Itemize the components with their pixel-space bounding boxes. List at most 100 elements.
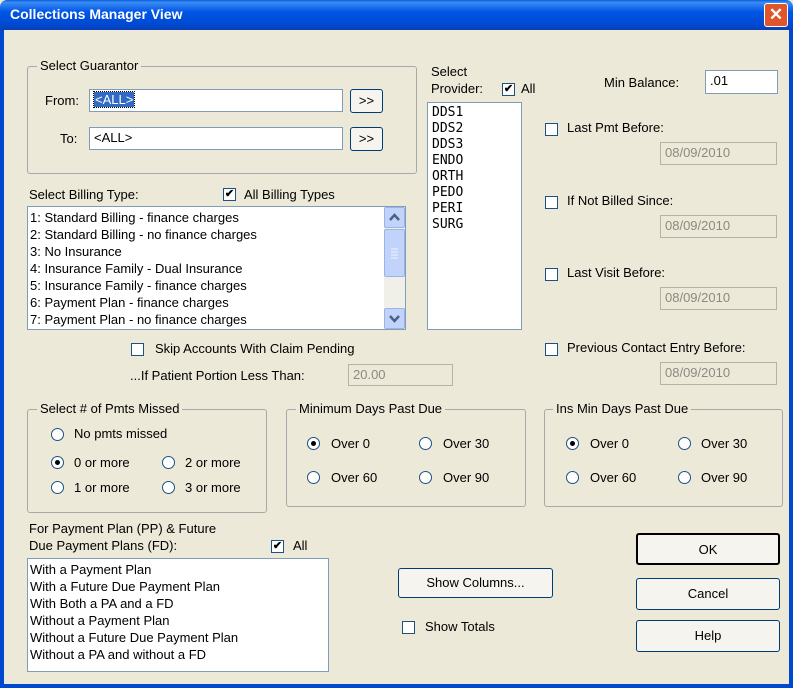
prev-contact-date-input[interactable]: 08/09/2010 xyxy=(660,362,777,385)
skip-claim-pending-checkbox[interactable] xyxy=(131,343,144,356)
show-columns-button[interactable]: Show Columns... xyxy=(398,568,553,598)
pmts-missed-2-radio[interactable] xyxy=(162,456,175,469)
skip-claim-pending-label: Skip Accounts With Claim Pending xyxy=(155,341,355,356)
cancel-button[interactable]: Cancel xyxy=(636,578,780,610)
all-billing-types-label: All Billing Types xyxy=(244,187,335,202)
prev-contact-label: Previous Contact Entry Before: xyxy=(567,340,746,355)
to-lookup-button[interactable]: >> xyxy=(350,127,383,151)
last-pmt-date-input[interactable]: 08/09/2010 xyxy=(660,142,777,165)
list-item[interactable]: 5: Insurance Family - finance charges xyxy=(28,277,405,294)
min-days-over30-label: Over 30 xyxy=(443,436,490,451)
not-billed-label: If Not Billed Since: xyxy=(567,193,674,208)
patient-portion-input[interactable]: 20.00 xyxy=(348,364,453,386)
pmts-missed-3-radio[interactable] xyxy=(162,481,175,494)
min-days-over90-radio[interactable] xyxy=(419,471,432,484)
lookup-icon: >> xyxy=(358,131,375,146)
scroll-thumb[interactable] xyxy=(384,229,405,277)
last-visit-date-input[interactable]: 08/09/2010 xyxy=(660,287,777,310)
ok-label: OK xyxy=(698,542,718,557)
pmts-missed-1-label: 1 or more xyxy=(74,480,130,495)
show-totals-checkbox[interactable] xyxy=(402,621,415,634)
not-billed-checkbox[interactable] xyxy=(545,196,558,209)
pmts-missed-3-label: 3 or more xyxy=(185,480,241,495)
min-days-group xyxy=(286,409,526,507)
list-item[interactable]: SURG xyxy=(432,217,521,233)
min-days-over90-label: Over 90 xyxy=(443,470,490,485)
from-label: From: xyxy=(45,93,79,108)
ins-days-over60-radio[interactable] xyxy=(566,471,579,484)
to-guarantor-input[interactable]: <ALL> xyxy=(89,127,343,150)
list-item[interactable]: ORTH xyxy=(432,169,521,185)
scroll-down-button[interactable] xyxy=(384,308,405,329)
all-billing-types-checkbox[interactable]: ✔ xyxy=(223,188,236,201)
scroll-up-button[interactable] xyxy=(384,207,405,228)
list-item[interactable]: 4: Insurance Family - Dual Insurance xyxy=(28,260,405,277)
to-label: To: xyxy=(60,131,78,146)
payment-plan-label-line1: For Payment Plan (PP) & Future xyxy=(29,521,217,536)
pmts-missed-none-label: No pmts missed xyxy=(74,426,168,441)
list-item[interactable]: With a Payment Plan xyxy=(28,561,328,578)
pmts-missed-2-label: 2 or more xyxy=(185,455,241,470)
pmts-missed-1-radio[interactable] xyxy=(51,481,64,494)
to-guarantor-value: <ALL> xyxy=(94,130,133,145)
last-pmt-label: Last Pmt Before: xyxy=(567,120,664,135)
ins-days-over0-label: Over 0 xyxy=(590,436,630,451)
provider-label-line1: Select xyxy=(431,64,468,79)
patient-portion-label: ...If Patient Portion Less Than: xyxy=(130,368,305,383)
last-pmt-checkbox[interactable] xyxy=(545,123,558,136)
last-visit-checkbox[interactable] xyxy=(545,268,558,281)
from-lookup-button[interactable]: >> xyxy=(350,89,383,113)
list-item[interactable]: Without a Future Due Payment Plan xyxy=(28,629,328,646)
pmts-missed-none-radio[interactable] xyxy=(51,428,64,441)
ins-days-over90-radio[interactable] xyxy=(678,471,691,484)
payment-plan-label-line2: Due Payment Plans (FD): xyxy=(29,538,178,553)
from-guarantor-input[interactable]: <ALL> xyxy=(89,89,343,112)
window-title: Collections Manager View xyxy=(10,6,183,22)
list-item[interactable]: Without a Payment Plan xyxy=(28,612,328,629)
not-billed-date-input[interactable]: 08/09/2010 xyxy=(660,215,777,238)
list-item[interactable]: DDS2 xyxy=(432,121,521,137)
pmts-missed-0-radio[interactable] xyxy=(51,456,64,469)
list-item[interactable]: 7: Payment Plan - no finance charges xyxy=(28,311,405,328)
payment-plan-list[interactable]: With a Payment Plan With a Future Due Pa… xyxy=(27,558,329,672)
all-providers-label: All xyxy=(521,81,536,96)
lookup-icon: >> xyxy=(358,93,375,108)
min-days-over30-radio[interactable] xyxy=(419,437,432,450)
provider-list[interactable]: DDS1 DDS2 DDS3 ENDO ORTH PEDO PERI SURG xyxy=(427,102,522,330)
list-item[interactable]: With a Future Due Payment Plan xyxy=(28,578,328,595)
list-item[interactable]: 1: Standard Billing - finance charges xyxy=(28,209,405,226)
list-item[interactable]: DDS3 xyxy=(432,137,521,153)
list-item[interactable]: PEDO xyxy=(432,185,521,201)
list-item[interactable]: With Both a PA and a FD xyxy=(28,595,328,612)
ins-days-over60-label: Over 60 xyxy=(590,470,637,485)
min-days-over60-radio[interactable] xyxy=(307,471,320,484)
list-item[interactable]: PERI xyxy=(432,201,521,217)
help-button[interactable]: Help xyxy=(636,620,780,652)
billing-type-list[interactable]: 1: Standard Billing - finance charges 2:… xyxy=(27,206,406,330)
list-item[interactable]: 6: Payment Plan - finance charges xyxy=(28,294,405,311)
all-payment-plans-checkbox[interactable]: ✔ xyxy=(271,540,284,553)
min-days-legend: Minimum Days Past Due xyxy=(296,401,446,416)
ins-days-over90-label: Over 90 xyxy=(701,470,748,485)
chevron-up-icon xyxy=(389,213,400,221)
list-item[interactable]: 3: No Insurance xyxy=(28,243,405,260)
window-frame-bottom xyxy=(0,684,793,688)
ins-days-legend: Ins Min Days Past Due xyxy=(553,401,692,416)
pmts-missed-0-label: 0 or more xyxy=(74,455,130,470)
list-item[interactable]: ENDO xyxy=(432,153,521,169)
close-button[interactable]: ✕ xyxy=(764,3,788,27)
list-item[interactable]: 2: Standard Billing - no finance charges xyxy=(28,226,405,243)
min-balance-input[interactable]: .01 xyxy=(705,70,778,94)
min-days-over0-radio[interactable] xyxy=(307,437,320,450)
ok-button[interactable]: OK xyxy=(636,533,780,565)
ins-days-over0-radio[interactable] xyxy=(566,437,579,450)
provider-label-line2: Provider: xyxy=(431,81,484,96)
all-providers-checkbox[interactable]: ✔ xyxy=(502,83,515,96)
guarantor-group xyxy=(27,66,417,174)
list-item[interactable]: DDS1 xyxy=(432,105,521,121)
all-payment-plans-label: All xyxy=(293,538,308,553)
ins-days-group xyxy=(544,409,783,507)
list-item[interactable]: Without a PA and without a FD xyxy=(28,646,328,663)
ins-days-over30-radio[interactable] xyxy=(678,437,691,450)
prev-contact-checkbox[interactable] xyxy=(545,343,558,356)
